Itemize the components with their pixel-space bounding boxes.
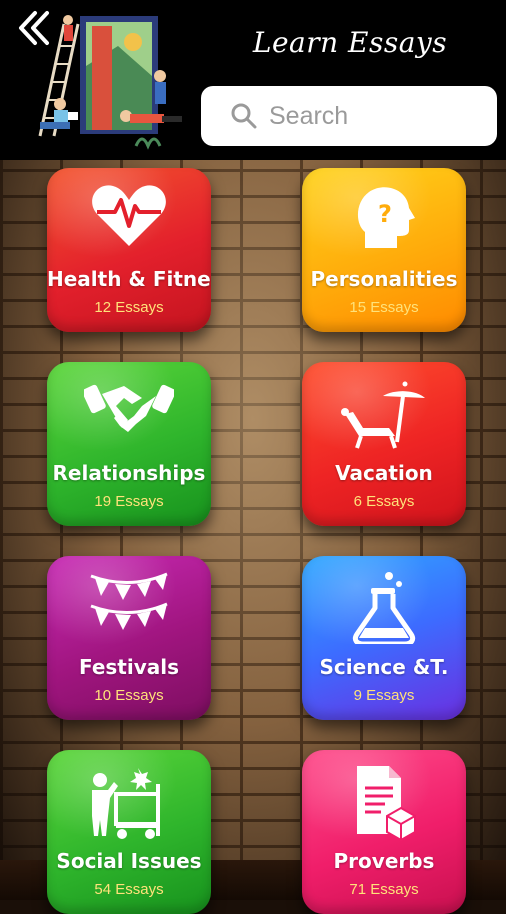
heart-pulse-icon — [92, 185, 166, 246]
bunting-icon — [90, 572, 168, 630]
category-card-personalities[interactable]: ? Personalities 15 Essays — [302, 168, 466, 332]
search-bar[interactable] — [201, 86, 497, 146]
essay-count: 12 Essays — [94, 299, 164, 316]
svg-text:?: ? — [378, 200, 392, 228]
category-card-vacation[interactable]: Vacation 6 Essays — [302, 362, 466, 526]
essay-count: 54 Essays — [94, 881, 164, 898]
essay-count: 10 Essays — [94, 687, 164, 704]
category-card-health[interactable]: Health & Fitnes 12 Essays — [47, 168, 211, 332]
app-header: Learn Essays — [0, 0, 506, 160]
category-label: Personalities — [310, 267, 458, 291]
search-input[interactable] — [267, 100, 491, 132]
category-card-relationships[interactable]: Relationships 19 Essays — [47, 362, 211, 526]
essay-count: 19 Essays — [94, 493, 164, 510]
category-card-science[interactable]: Science &T. 9 Essays — [302, 556, 466, 720]
flask-icon — [352, 572, 416, 644]
category-label: Proverbs — [333, 849, 435, 873]
handshake-icon — [84, 384, 174, 432]
essay-count: 71 Essays — [349, 881, 419, 898]
essay-count: 9 Essays — [353, 687, 415, 704]
search-icon — [231, 103, 257, 129]
app-title: Learn Essays — [252, 26, 448, 59]
document-box-icon — [357, 766, 416, 842]
category-label: Social Issues — [56, 849, 202, 873]
category-card-social-issues[interactable]: Social Issues 54 Essays — [47, 750, 211, 914]
category-card-proverbs[interactable]: Proverbs 71 Essays — [302, 750, 466, 914]
category-label: Festivals — [78, 655, 180, 679]
category-label: Relationships — [52, 461, 206, 485]
category-card-festivals[interactable]: Festivals 10 Essays — [47, 556, 211, 720]
beach-chair-icon — [341, 381, 425, 449]
protest-icon — [92, 768, 160, 839]
head-question-icon: ? — [357, 187, 415, 248]
essay-count: 15 Essays — [349, 299, 419, 316]
category-label: Science &T. — [319, 655, 449, 679]
reading-illustration — [38, 15, 182, 150]
essay-count: 6 Essays — [353, 493, 415, 510]
category-label: Vacation — [335, 461, 433, 485]
category-label: Health & Fitnes — [47, 267, 211, 291]
